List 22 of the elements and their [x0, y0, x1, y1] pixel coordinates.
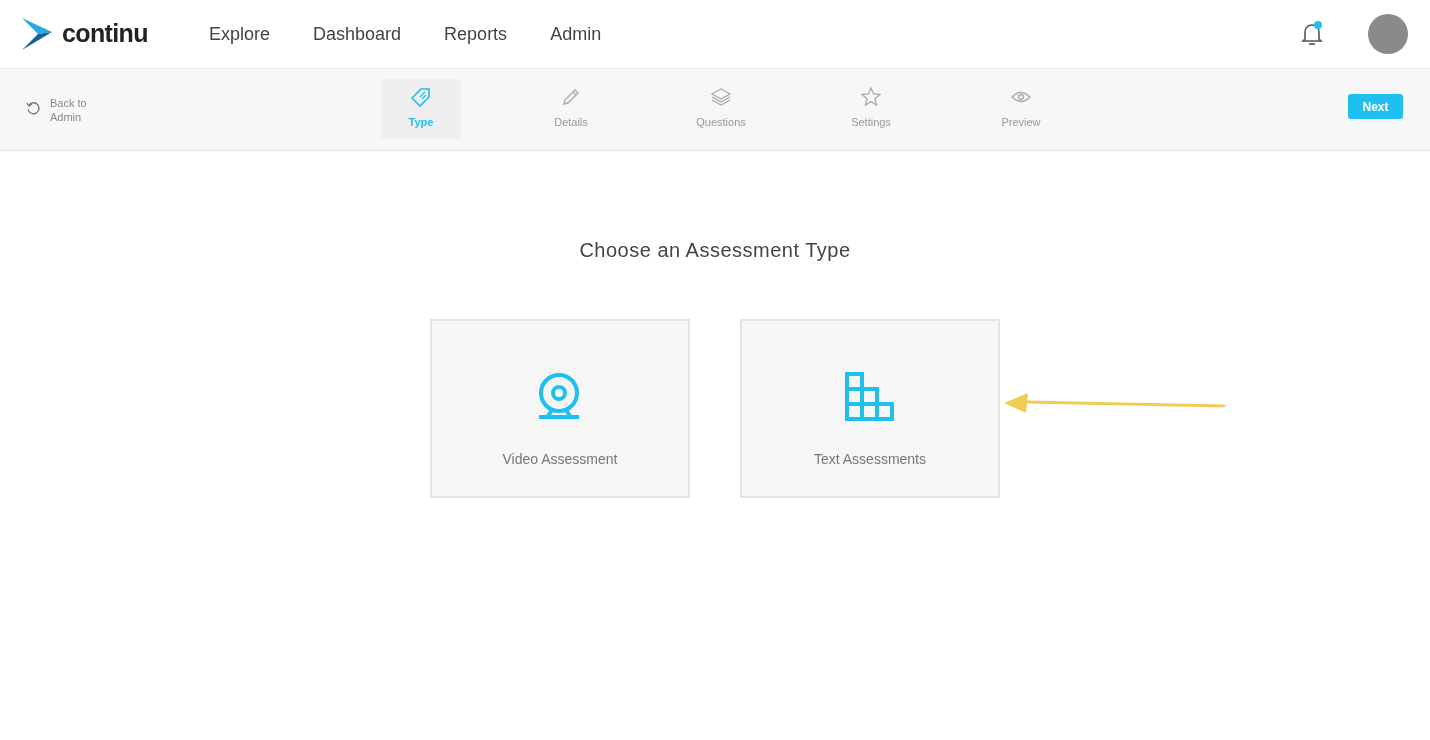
nav-link[interactable]: Dashboard — [313, 20, 402, 48]
assessment-type-card[interactable]: Video Assessment — [430, 319, 690, 498]
star-icon — [860, 86, 882, 108]
back-link[interactable]: Back to Admin — [26, 96, 95, 124]
step-tab[interactable]: Settings — [831, 79, 911, 139]
bell-icon[interactable] — [1300, 21, 1324, 47]
page-heading: Choose an Assessment Type — [579, 238, 851, 263]
undo-icon — [26, 101, 40, 115]
step-tab[interactable]: Details — [531, 79, 611, 139]
next-button[interactable]: Next — [1348, 94, 1403, 119]
logo-icon — [22, 18, 52, 50]
nav-link[interactable]: Explore — [209, 20, 271, 48]
step-tab[interactable]: Preview — [981, 79, 1061, 139]
step-tab[interactable]: Questions — [681, 79, 761, 139]
avatar[interactable] — [1368, 14, 1408, 54]
assessment-type-card[interactable]: Text Assessments — [740, 319, 1000, 498]
nav-link[interactable]: Admin — [550, 20, 602, 48]
nav-link[interactable]: Reports — [444, 20, 508, 48]
step-tab[interactable]: Type — [381, 79, 461, 139]
tag-icon — [410, 86, 432, 108]
brand-name: continu — [62, 18, 148, 50]
layers-icon — [710, 86, 732, 108]
